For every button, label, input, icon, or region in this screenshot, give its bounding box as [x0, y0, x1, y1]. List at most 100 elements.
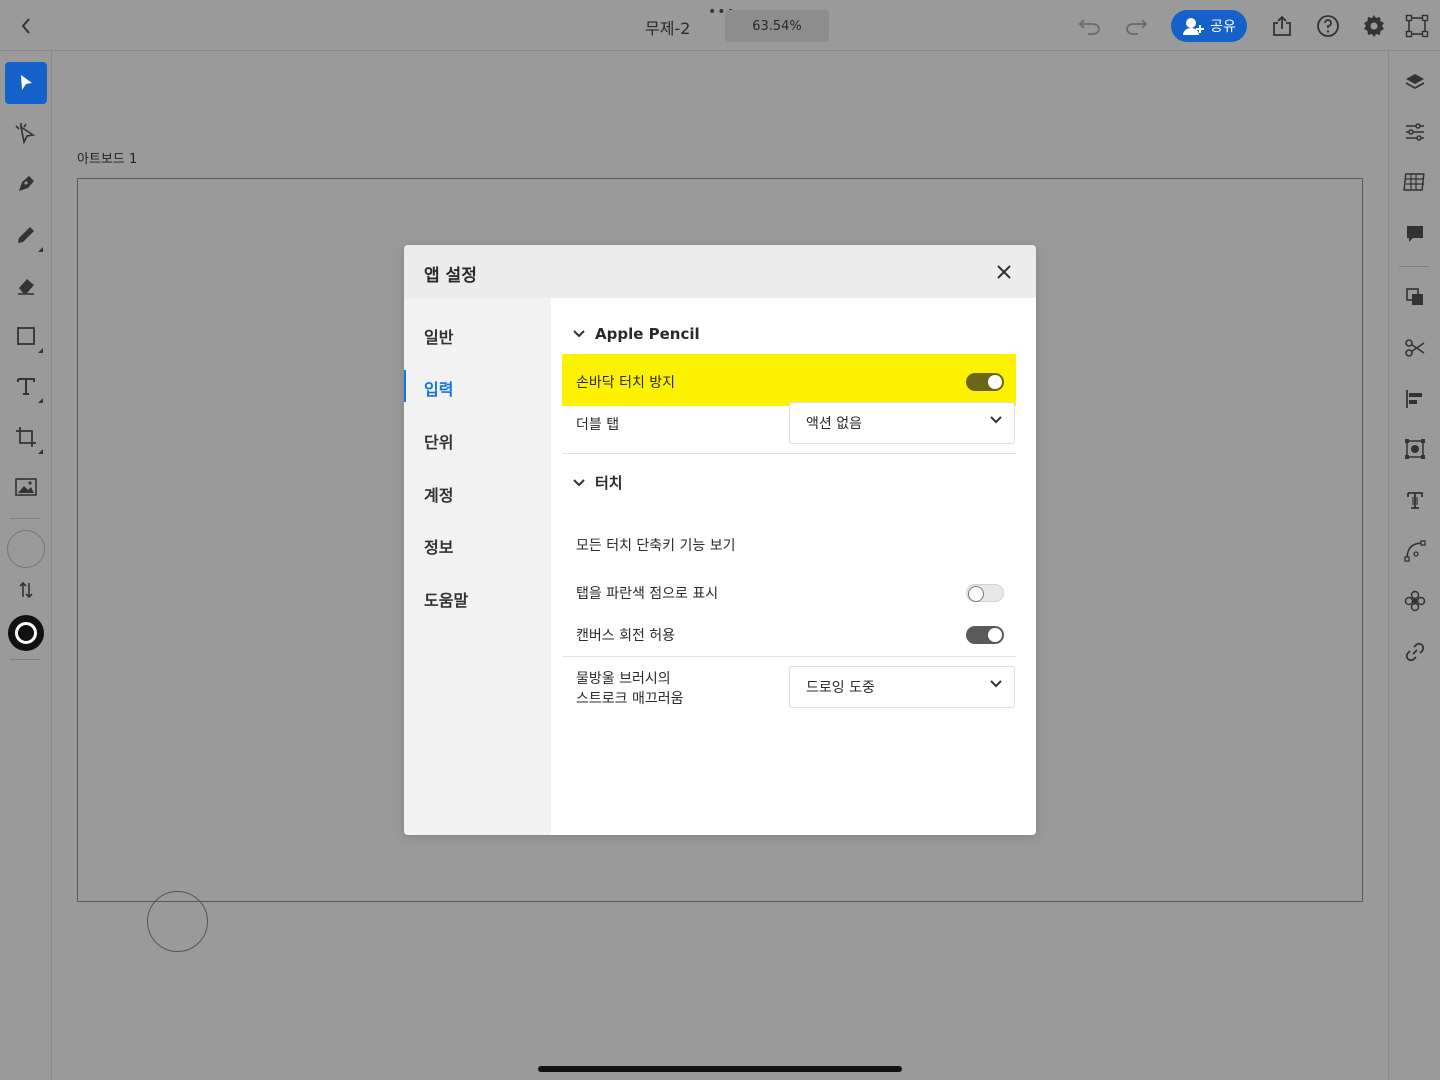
gear-icon	[1364, 15, 1384, 37]
row-divider	[562, 656, 1016, 657]
nav-item-general[interactable]: 일반	[424, 324, 453, 348]
settings-content: Apple Pencil 손바닥 터치 방지 더블 탭 액션 없음 터치 모든 …	[551, 298, 1036, 835]
rectangle-icon	[17, 327, 35, 345]
toggle-knob	[988, 628, 1002, 642]
nav-item-help[interactable]: 도움말	[424, 587, 468, 611]
grid-ruler-icon	[1403, 173, 1425, 191]
touch-section-header[interactable]: 터치	[573, 472, 623, 493]
path-button[interactable]	[1401, 537, 1429, 565]
eraser-tool[interactable]	[5, 264, 47, 306]
link-button[interactable]	[1401, 638, 1429, 666]
nav-item-about[interactable]: 정보	[424, 534, 453, 558]
undo-button[interactable]	[1076, 12, 1104, 40]
close-button[interactable]	[992, 260, 1016, 284]
tool-group-indicator	[38, 449, 43, 454]
chevron-down-icon	[990, 680, 1002, 688]
canvas-rotation-toggle[interactable]	[966, 626, 1004, 644]
redo-button[interactable]	[1122, 12, 1150, 40]
direct-select-icon	[15, 123, 36, 145]
scissors-icon	[1405, 339, 1425, 357]
stroke-color-swatch[interactable]	[8, 615, 44, 651]
direct-selection-tool[interactable]	[5, 112, 47, 154]
align-left-icon	[1406, 390, 1422, 408]
left-toolbar	[0, 51, 52, 1080]
toolbar-divider	[10, 518, 40, 519]
selection-tool[interactable]	[5, 62, 47, 104]
app-settings-dialog: 앱 설정 일반 입력 단위 계정 정보 도움말 Apple Pencil 손바닥…	[404, 245, 1036, 835]
nav-item-input[interactable]: 입력	[424, 376, 453, 400]
crop-icon	[16, 427, 36, 447]
eraser-icon	[18, 279, 34, 295]
crop-tool[interactable]	[5, 416, 47, 458]
help-button[interactable]	[1314, 12, 1342, 40]
section-divider	[562, 453, 1016, 454]
double-tap-select[interactable]: 액션 없음	[789, 402, 1015, 444]
grids-button[interactable]	[1401, 169, 1429, 197]
tool-group-indicator	[38, 348, 43, 353]
zoom-level[interactable]: 63.54%	[725, 10, 829, 42]
smoothing-select[interactable]: 드로잉 도중	[789, 666, 1015, 708]
double-tap-value: 액션 없음	[806, 416, 862, 432]
comment-icon	[1407, 226, 1423, 242]
arrange-icon	[1406, 288, 1423, 305]
export-button[interactable]	[1268, 12, 1296, 40]
view-touch-shortcuts-link[interactable]: 모든 터치 단축키 기능 보기	[576, 535, 735, 555]
swap-arrows-icon	[19, 581, 33, 599]
artboard-label[interactable]: 아트보드 1	[77, 148, 137, 167]
scissors-button[interactable]	[1401, 334, 1429, 362]
canvas-rotation-label: 캔버스 회전 허용	[576, 628, 676, 644]
back-button[interactable]	[14, 12, 38, 40]
settings-button[interactable]	[1360, 12, 1388, 40]
share-label: 공유	[1210, 19, 1236, 35]
show-taps-label: 탭을 파란색 점으로 표시	[576, 586, 719, 602]
toolbar-divider	[1399, 266, 1429, 267]
show-taps-toggle[interactable]	[966, 584, 1004, 602]
nav-item-units[interactable]: 단위	[424, 429, 453, 453]
home-indicator[interactable]	[538, 1066, 902, 1072]
export-icon	[1273, 15, 1291, 36]
dialog-title: 앱 설정	[424, 266, 477, 286]
properties-button[interactable]	[1401, 118, 1429, 146]
document-title[interactable]: 무제-2	[645, 15, 690, 39]
tool-group-indicator	[38, 398, 43, 403]
link-icon	[1405, 642, 1425, 662]
apple-pencil-section-header[interactable]: Apple Pencil	[573, 325, 700, 343]
type-box-icon	[1407, 492, 1423, 509]
pen-tool[interactable]	[5, 163, 47, 205]
path-curve-icon	[1404, 540, 1426, 562]
align-button[interactable]	[1401, 385, 1429, 413]
smoothing-value: 드로잉 도중	[806, 680, 875, 696]
repeat-button[interactable]	[1401, 587, 1429, 615]
image-icon	[15, 478, 37, 496]
touch-shortcut-circle[interactable]	[147, 891, 208, 952]
right-toolbar	[1388, 51, 1440, 1080]
arrange-button[interactable]	[1401, 283, 1429, 311]
section-title: 터치	[595, 474, 623, 492]
image-trace-button[interactable]	[1401, 435, 1429, 463]
toggle-knob	[988, 375, 1002, 389]
type-options-button[interactable]	[1401, 486, 1429, 514]
fill-color-swatch[interactable]	[7, 530, 45, 568]
chevron-down-icon	[990, 416, 1002, 424]
chevron-down-icon	[573, 478, 585, 486]
transform-button[interactable]	[1403, 12, 1431, 40]
comments-button[interactable]	[1401, 220, 1429, 248]
shape-tool[interactable]	[5, 315, 47, 357]
section-title: Apple Pencil	[595, 325, 700, 343]
top-bar: 무제-2 ••• 63.54% 공유	[0, 0, 1440, 51]
repeat-pattern-icon	[1404, 590, 1426, 612]
layers-button[interactable]	[1401, 68, 1429, 96]
dialog-header: 앱 설정	[404, 245, 1036, 298]
nav-active-indicator	[404, 370, 406, 402]
type-tool[interactable]	[5, 365, 47, 407]
smoothing-label-line2: 스트로크 매끄러움	[576, 691, 684, 707]
image-tool[interactable]	[5, 466, 47, 508]
toolbar-divider	[10, 659, 40, 660]
palm-rejection-label: 손바닥 터치 방지	[576, 375, 676, 391]
pencil-icon	[18, 227, 34, 243]
palm-rejection-toggle[interactable]	[966, 373, 1004, 391]
pencil-tool[interactable]	[5, 214, 47, 256]
share-button[interactable]: 공유	[1171, 10, 1247, 42]
nav-item-account[interactable]: 계정	[424, 482, 453, 506]
swap-colors-button[interactable]	[5, 569, 47, 611]
